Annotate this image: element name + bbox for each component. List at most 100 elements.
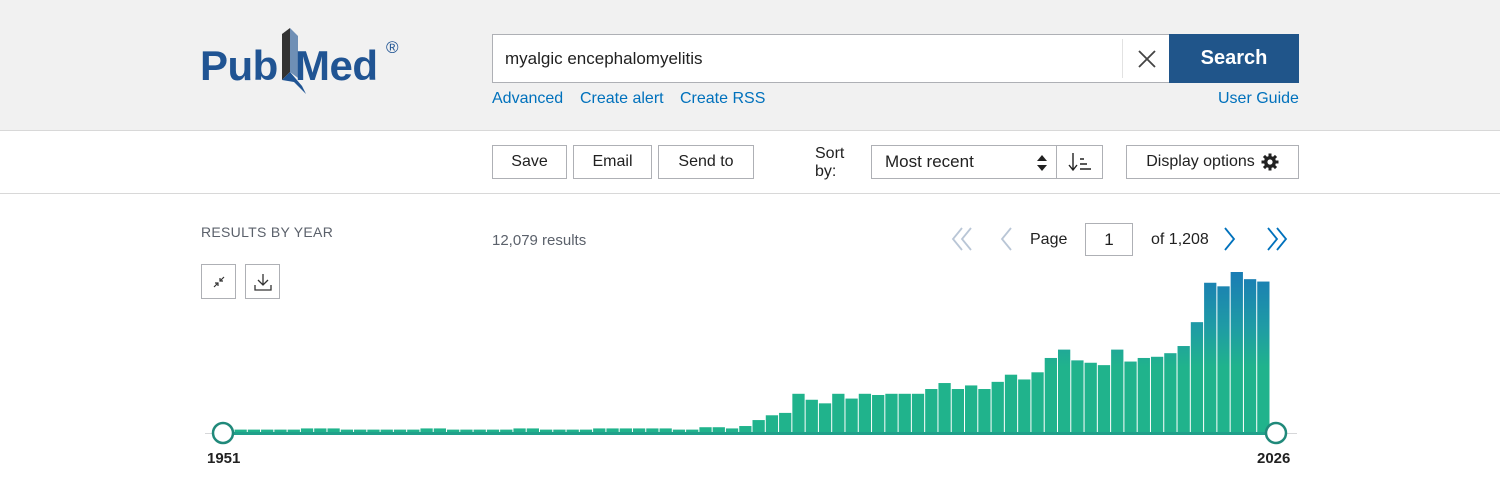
year-bar[interactable]	[553, 429, 566, 432]
year-bar[interactable]	[500, 429, 513, 432]
year-bar[interactable]	[314, 428, 327, 432]
year-bar[interactable]	[938, 383, 951, 432]
year-bar[interactable]	[885, 393, 898, 432]
year-bar[interactable]	[845, 398, 858, 432]
clear-search-button[interactable]	[1122, 39, 1170, 78]
year-bar[interactable]	[646, 428, 659, 432]
year-bar[interactable]	[367, 429, 380, 432]
year-bar[interactable]	[287, 429, 300, 432]
send-to-button[interactable]: Send to	[658, 145, 754, 179]
year-bar[interactable]	[1137, 357, 1150, 432]
last-page-icon[interactable]	[1265, 225, 1289, 253]
year-bar[interactable]	[486, 429, 500, 432]
year-bar[interactable]	[672, 429, 686, 432]
year-bar[interactable]	[1177, 346, 1190, 432]
save-button[interactable]: Save	[492, 145, 567, 179]
search-input[interactable]	[505, 35, 1105, 82]
year-bar[interactable]	[566, 429, 579, 432]
year-bar[interactable]	[686, 429, 699, 432]
next-page-icon[interactable]	[1222, 225, 1238, 253]
year-bar[interactable]	[407, 429, 420, 432]
year-bar[interactable]	[380, 429, 393, 432]
year-bar[interactable]	[1217, 286, 1230, 432]
email-button[interactable]: Email	[573, 145, 652, 179]
year-bar[interactable]	[300, 428, 314, 432]
pubmed-logo[interactable]: Pub Med ®	[200, 28, 410, 98]
collapse-chart-button[interactable]	[201, 264, 236, 299]
year-bar[interactable]	[1004, 374, 1018, 432]
year-bar[interactable]	[765, 415, 779, 432]
year-bar[interactable]	[805, 399, 818, 432]
year-bar[interactable]	[619, 428, 632, 432]
display-options-button[interactable]: Display options	[1126, 145, 1299, 179]
year-bar[interactable]	[1097, 365, 1111, 432]
year-bar[interactable]	[526, 428, 539, 432]
year-bar[interactable]	[1243, 279, 1257, 432]
year-bar[interactable]	[792, 393, 805, 432]
year-bar[interactable]	[513, 428, 526, 432]
year-bar[interactable]	[818, 403, 832, 432]
previous-page-icon[interactable]	[998, 225, 1014, 253]
year-bar[interactable]	[1057, 349, 1071, 432]
year-bar[interactable]	[858, 393, 872, 432]
advanced-search-link[interactable]: Advanced	[492, 90, 563, 108]
year-bar[interactable]	[1257, 281, 1270, 432]
year-bar[interactable]	[632, 428, 646, 432]
year-bar[interactable]	[327, 428, 340, 432]
year-bar[interactable]	[420, 428, 433, 432]
year-bar[interactable]	[539, 429, 553, 432]
first-page-icon[interactable]	[950, 225, 974, 253]
year-bar[interactable]	[659, 428, 672, 432]
year-bar[interactable]	[832, 393, 845, 432]
year-bar[interactable]	[433, 428, 447, 432]
range-start-handle[interactable]	[211, 421, 235, 445]
year-bar[interactable]	[699, 427, 712, 432]
user-guide-link[interactable]: User Guide	[1218, 90, 1299, 108]
year-bar[interactable]	[274, 429, 287, 432]
year-bar[interactable]	[991, 381, 1004, 432]
year-bar[interactable]	[1084, 362, 1097, 432]
year-bar[interactable]	[1031, 372, 1044, 432]
year-bar[interactable]	[579, 429, 593, 432]
year-bar[interactable]	[1071, 360, 1084, 432]
year-bar[interactable]	[460, 429, 473, 432]
year-bar[interactable]	[898, 393, 911, 432]
year-bar[interactable]	[739, 426, 752, 432]
year-bar[interactable]	[925, 389, 938, 432]
year-bar[interactable]	[1124, 361, 1137, 432]
create-rss-link[interactable]: Create RSS	[680, 90, 765, 108]
year-bar[interactable]	[606, 428, 619, 432]
year-bar[interactable]	[1018, 379, 1031, 432]
year-bar[interactable]	[872, 394, 885, 432]
year-bar[interactable]	[1204, 282, 1217, 432]
year-bar[interactable]	[911, 393, 925, 432]
year-bar[interactable]	[261, 429, 274, 432]
download-csv-button[interactable]	[245, 264, 280, 299]
range-end-handle[interactable]	[1264, 421, 1288, 445]
year-bar[interactable]	[447, 429, 460, 432]
page-number-input[interactable]	[1085, 223, 1133, 256]
year-bar[interactable]	[978, 389, 991, 432]
year-bar[interactable]	[712, 427, 725, 432]
year-bar[interactable]	[1230, 272, 1243, 432]
year-bar[interactable]	[354, 429, 367, 432]
year-bar[interactable]	[247, 429, 261, 432]
sort-select[interactable]: Most recent	[871, 145, 1057, 179]
search-button[interactable]: Search	[1169, 34, 1299, 83]
year-bar[interactable]	[340, 429, 354, 432]
year-bar[interactable]	[752, 420, 765, 432]
year-bar[interactable]	[1150, 356, 1164, 432]
year-bar[interactable]	[393, 429, 407, 432]
year-bar[interactable]	[779, 412, 792, 432]
year-bar[interactable]	[1044, 357, 1057, 432]
sort-order-button[interactable]	[1056, 145, 1103, 179]
year-bar[interactable]	[593, 428, 606, 432]
year-bar[interactable]	[1190, 322, 1204, 432]
year-bar[interactable]	[725, 428, 739, 432]
create-alert-link[interactable]: Create alert	[580, 90, 664, 108]
year-bar[interactable]	[1164, 353, 1177, 432]
year-bar[interactable]	[1111, 349, 1124, 432]
year-bar[interactable]	[234, 429, 247, 432]
year-bar[interactable]	[951, 389, 965, 432]
year-bar[interactable]	[473, 429, 486, 432]
